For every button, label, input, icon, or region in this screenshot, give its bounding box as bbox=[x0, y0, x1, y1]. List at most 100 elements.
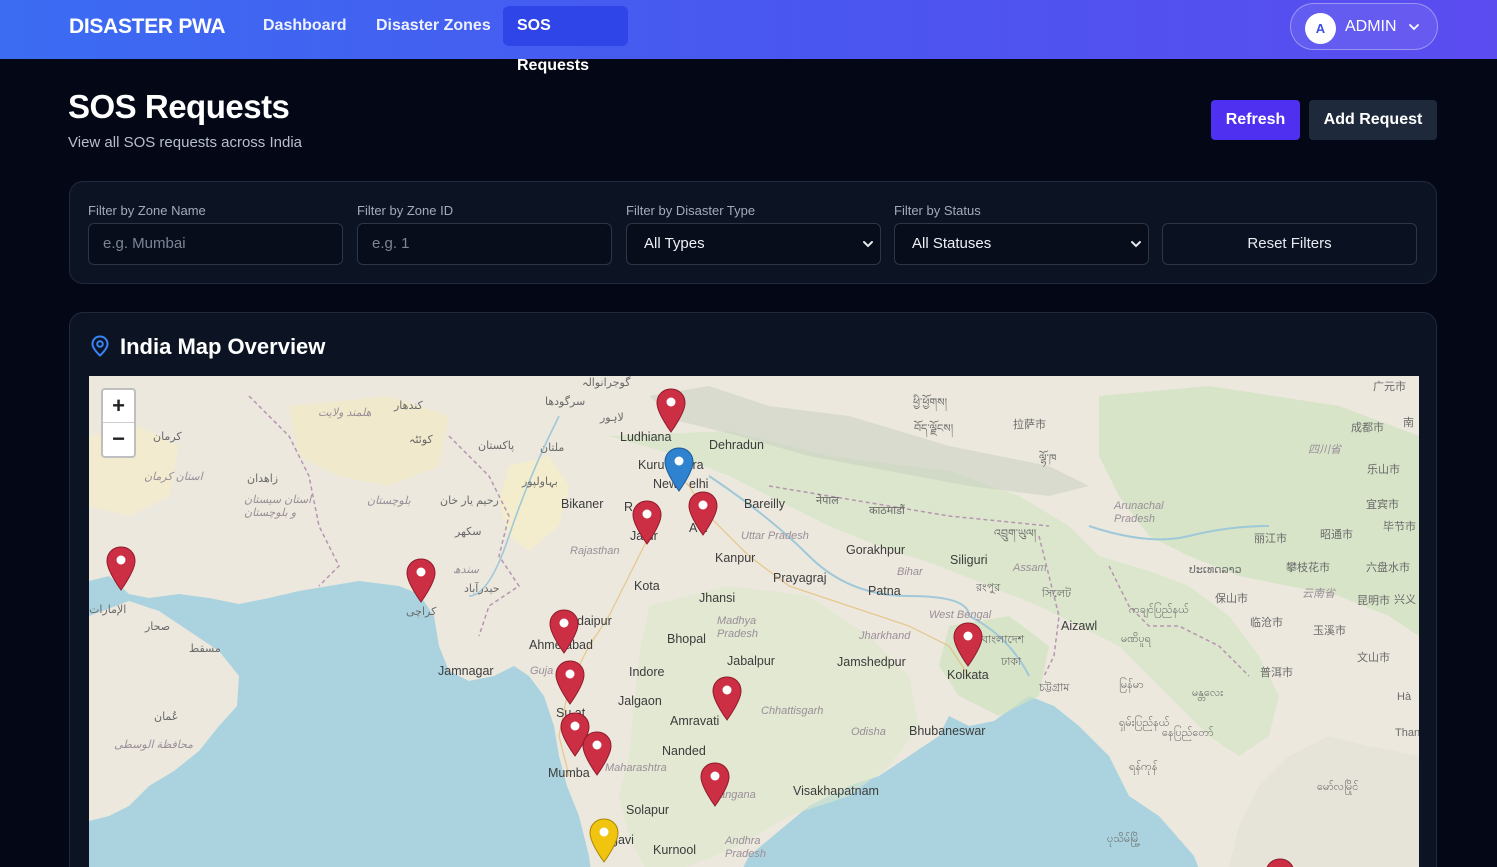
map-label-andhra-pradesh: Andhra Pradesh bbox=[725, 835, 766, 860]
user-menu[interactable]: A ADMIN bbox=[1290, 3, 1438, 50]
sos-marker-red-icon[interactable] bbox=[688, 491, 718, 537]
zone-name-label: Filter by Zone Name bbox=[88, 203, 206, 218]
sos-marker-red-icon[interactable] bbox=[700, 762, 730, 808]
map-label-bijie: 毕节市 bbox=[1383, 521, 1416, 533]
map-label-rahimyar: رحیم یار خان bbox=[440, 495, 499, 507]
map-label-guangyuan: 广元市 bbox=[1373, 381, 1406, 393]
map-label-kolkata: Kolkata bbox=[947, 668, 989, 682]
map-label-bihar: Bihar bbox=[897, 566, 923, 578]
page-title: SOS Requests bbox=[68, 88, 290, 125]
map-label-jharkhand: Jharkhand bbox=[859, 630, 911, 642]
map-label-maharashtra: Maharashtra bbox=[605, 762, 667, 774]
map-label-hyderabad-pk: حیدرآباد bbox=[464, 583, 500, 595]
map-label-odisha: Odisha bbox=[851, 726, 886, 738]
sos-marker-yellow-icon[interactable] bbox=[589, 818, 619, 864]
map-label-kunming: 昆明市 bbox=[1357, 595, 1390, 607]
map-label-rangpur: রংপুর bbox=[976, 582, 1001, 594]
sos-marker-red-icon[interactable] bbox=[1265, 858, 1295, 867]
map-label-pakistan: پاکستان bbox=[478, 440, 515, 452]
map-label-panzhihua: 攀枝花市 bbox=[1286, 562, 1330, 574]
map-label-helmand: هلمند ولایت bbox=[318, 407, 372, 419]
map-label-kathmandu: काठमाडौं bbox=[869, 505, 905, 517]
map-label-bikaner: Bikaner bbox=[561, 497, 604, 511]
map-label-muscat: مسقط bbox=[189, 643, 221, 655]
nav-disaster-zones[interactable]: Disaster Zones bbox=[362, 6, 505, 46]
map-title: India Map Overview bbox=[120, 334, 326, 359]
map-label-nepal: नेपाल bbox=[816, 495, 839, 507]
map-label-chittagong: চট্টগ্রাম bbox=[1039, 682, 1070, 694]
map-label-patna: Patna bbox=[868, 584, 901, 598]
add-request-button[interactable]: Add Request bbox=[1309, 100, 1437, 140]
zoom-in-button[interactable]: + bbox=[103, 390, 134, 423]
map-label-kuru: Kuru bbox=[638, 458, 665, 472]
map-label-myanmar: မြန်မာ bbox=[1119, 679, 1144, 691]
map-label-puer: 普洱市 bbox=[1260, 667, 1293, 679]
nav-sos-requests[interactable]: SOS Requests bbox=[503, 6, 628, 74]
sos-marker-red-icon[interactable] bbox=[406, 558, 436, 604]
map-label-xingyi: 兴义 bbox=[1394, 594, 1416, 606]
reset-filters-button[interactable]: Reset Filters bbox=[1162, 223, 1417, 265]
zone-name-input[interactable]: e.g. Mumbai bbox=[88, 223, 343, 265]
zone-id-input[interactable]: e.g. 1 bbox=[357, 223, 612, 265]
map-label-bahawalpur: بہاولپور bbox=[522, 476, 558, 488]
map-label-arunachal: Arunachal Pradesh bbox=[1114, 500, 1164, 525]
sos-marker-red-icon[interactable] bbox=[106, 546, 136, 592]
disaster-type-select[interactable]: All Types bbox=[626, 223, 881, 265]
sos-marker-blue-icon[interactable] bbox=[664, 447, 694, 493]
map-label-madhya-pradesh: Madhya Pradesh bbox=[717, 615, 758, 640]
sos-marker-red-icon[interactable] bbox=[555, 660, 585, 706]
disaster-type-value: All Types bbox=[644, 235, 705, 252]
map-label-sukkur: سکھر bbox=[455, 526, 482, 538]
map-label-gujarat: Guja bbox=[530, 665, 554, 677]
sos-marker-red-icon[interactable] bbox=[656, 388, 686, 434]
map-label-tibet: བོད་ལྗོངས། bbox=[914, 423, 954, 435]
map-pin-icon bbox=[91, 335, 109, 357]
page-subtitle: View all SOS requests across India bbox=[68, 134, 303, 151]
map-label-assam: Assam bbox=[1013, 562, 1047, 574]
refresh-button[interactable]: Refresh bbox=[1211, 100, 1300, 140]
map-label-indore: Indore bbox=[629, 665, 665, 679]
map-label-kyaukpyu: ပုသိမ်မြို့ bbox=[1107, 833, 1141, 845]
map-label-nanded: Nanded bbox=[662, 744, 706, 758]
map-label-multan: ملتان bbox=[540, 442, 565, 454]
map-label-laos: ປະເທດລາວ bbox=[1189, 564, 1242, 576]
map-label-lincang: 临沧市 bbox=[1250, 617, 1283, 629]
map-label-jamshedpur: Jamshedpur bbox=[837, 655, 906, 669]
sos-marker-red-icon[interactable] bbox=[712, 676, 742, 722]
map-label-dehradun: Dehradun bbox=[709, 438, 764, 452]
map-label-wusta: محافظة الوسطى bbox=[114, 739, 194, 751]
map-label-solapur: Solapur bbox=[626, 803, 670, 817]
map-label-bhopal: Bhopal bbox=[667, 632, 706, 646]
status-select[interactable]: All Statuses bbox=[894, 223, 1149, 265]
map-label-uae: الإمارات bbox=[89, 604, 127, 616]
map-label-jabalpur: Jabalpur bbox=[727, 654, 775, 668]
avatar: A bbox=[1305, 13, 1336, 44]
map-label-visakhapatnam: Visakhapatnam bbox=[793, 784, 879, 798]
zone-id-label: Filter by Zone ID bbox=[357, 203, 454, 218]
map-label-shan: ရှမ်းပြည်နယ် bbox=[1119, 717, 1170, 729]
sos-marker-red-icon[interactable] bbox=[582, 731, 612, 777]
map-label-yunnan: 云南省 bbox=[1302, 588, 1335, 600]
map-label-kandahar: کندهار bbox=[394, 400, 423, 412]
map-label-lhoka: ལྷོ་ཁ bbox=[1039, 453, 1057, 465]
zoom-out-button[interactable]: − bbox=[103, 423, 134, 456]
map-label-kanpur: Kanpur bbox=[715, 551, 756, 565]
map-label-bangladesh: বাংলাদেশ bbox=[982, 634, 1025, 646]
map-label-wenshan: 文山市 bbox=[1357, 652, 1390, 664]
map-label-sindh: سندھ bbox=[453, 564, 479, 576]
sos-marker-red-icon[interactable] bbox=[632, 500, 662, 546]
map-label-leshan: 乐山市 bbox=[1367, 464, 1400, 476]
map-label-lijiang: 丽江市 bbox=[1254, 533, 1287, 545]
top-navbar: DISASTER PWA Dashboard Disaster Zones SO… bbox=[0, 0, 1497, 74]
map-label-baoshan: 保山市 bbox=[1215, 593, 1248, 605]
map-label-aizawl: Aizawl bbox=[1061, 619, 1098, 633]
map-label-mandalay: မန္တလေး bbox=[1192, 687, 1224, 699]
sos-marker-red-icon[interactable] bbox=[549, 609, 579, 655]
brand-logo[interactable]: DISASTER PWA bbox=[69, 15, 226, 39]
sos-marker-red-icon[interactable] bbox=[953, 622, 983, 668]
india-map[interactable]: Ludhiana Dehradun Kuru tra New elhi Bare… bbox=[89, 376, 1419, 867]
map-label-lhasa: 拉萨市 bbox=[1013, 419, 1046, 431]
nav-dashboard[interactable]: Dashboard bbox=[249, 6, 361, 46]
map-label-lahore: لاہور bbox=[600, 412, 624, 424]
zoom-control: + − bbox=[101, 388, 136, 458]
